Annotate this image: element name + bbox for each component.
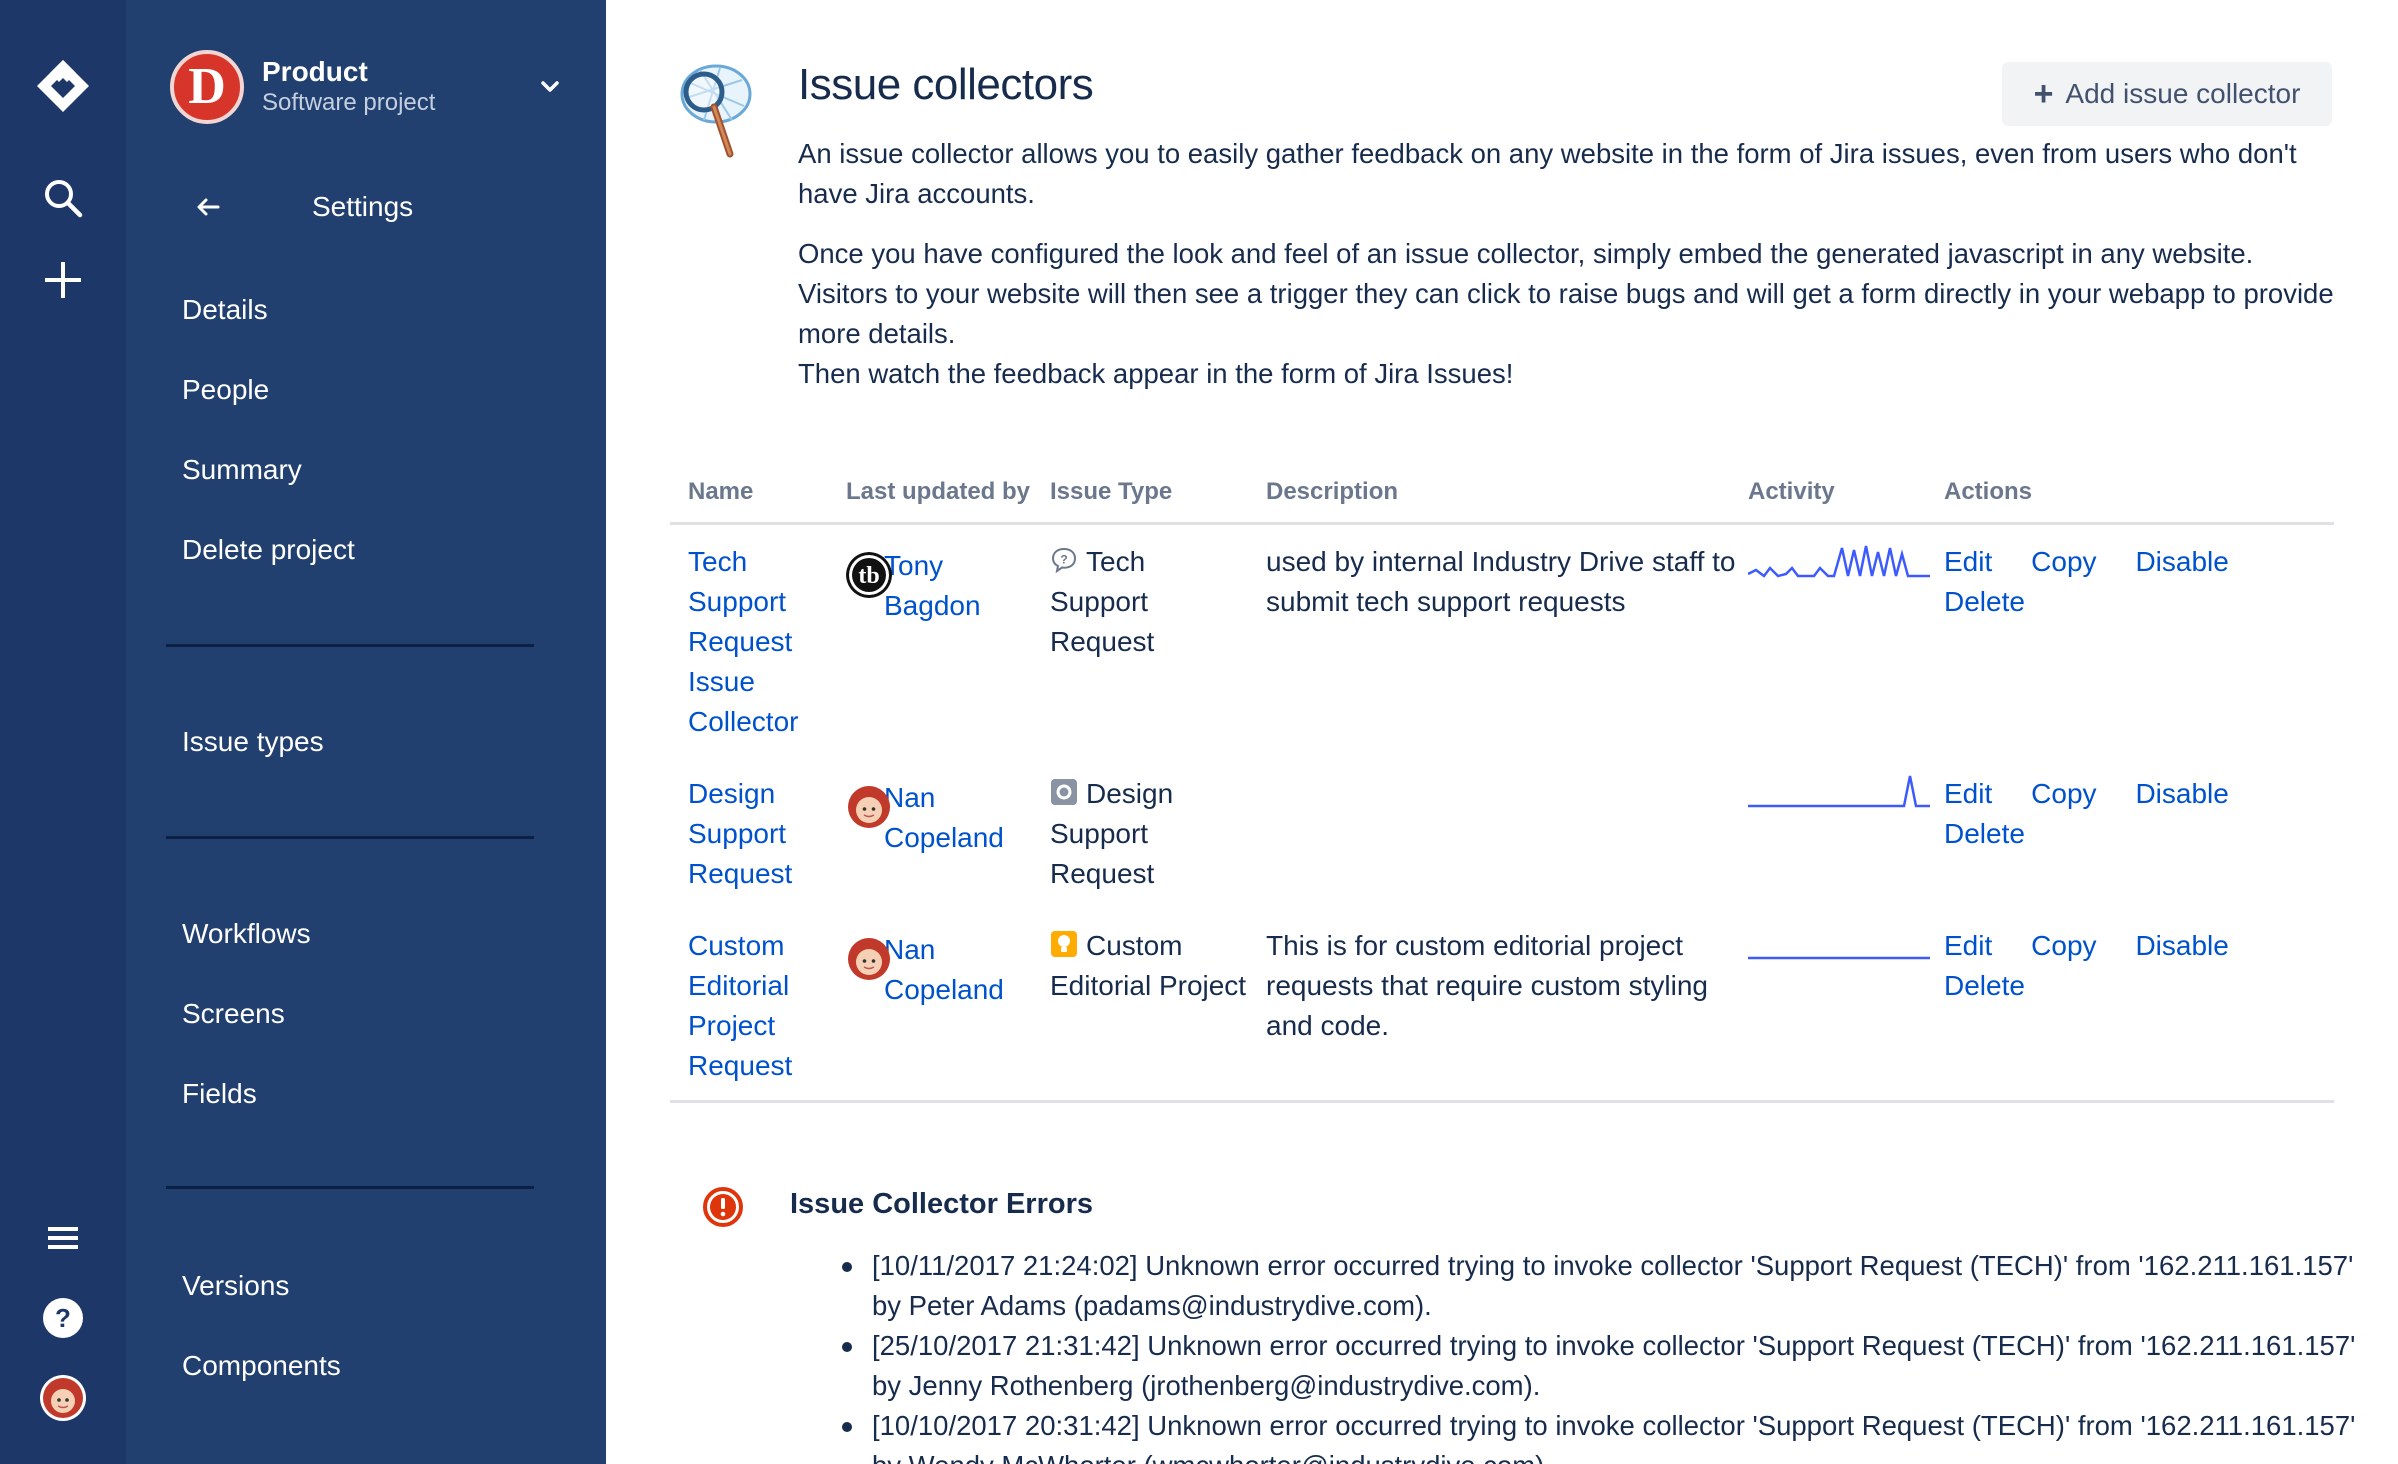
- sidebar-item-fields[interactable]: Fields: [182, 1074, 257, 1114]
- activity-sparkline: [1748, 775, 1930, 808]
- disable-link[interactable]: Disable: [2135, 546, 2228, 577]
- issue-type-cell: ? Tech Support Request: [1050, 542, 1250, 662]
- user-avatar[interactable]: [0, 1372, 126, 1424]
- sidebar-item-people[interactable]: People: [182, 370, 269, 410]
- row-actions: Edit Copy Disable Delete: [1944, 926, 2244, 1006]
- search-icon[interactable]: [0, 172, 126, 224]
- intro-paragraph: Visitors to your website will then see a…: [798, 278, 2334, 349]
- sidebar-divider: [166, 1186, 534, 1189]
- project-type: Software project: [262, 89, 436, 116]
- issue-collector-net-icon: [676, 62, 760, 167]
- arrow-left-icon[interactable]: [184, 197, 232, 217]
- errors-list: [10/11/2017 21:24:02] Unknown error occu…: [842, 1246, 2372, 1464]
- svg-text:?: ?: [55, 1303, 71, 1333]
- svg-text:?: ?: [1060, 553, 1067, 567]
- sidebar-item-issue-types[interactable]: Issue types: [182, 722, 324, 762]
- column-header-description[interactable]: Description: [1266, 478, 1398, 506]
- design-square-icon: [1051, 779, 1077, 805]
- description-cell: used by internal Industry Drive staff to…: [1266, 546, 1736, 617]
- activity-sparkline: [1748, 956, 1930, 960]
- collector-name-link[interactable]: Custom Editorial Project Request: [688, 926, 828, 1086]
- help-icon[interactable]: ?: [0, 1294, 126, 1342]
- error-item: [10/11/2017 21:24:02] Unknown error occu…: [842, 1246, 2372, 1326]
- add-issue-collector-button[interactable]: + Add issue collector: [2002, 62, 2332, 126]
- errors-heading: Issue Collector Errors: [790, 1188, 1093, 1220]
- project-sidebar: D Product Software project Settings Deta…: [126, 0, 606, 1464]
- user-name: Nan Copeland: [884, 934, 1004, 1005]
- add-issue-collector-label: Add issue collector: [2065, 78, 2301, 109]
- user-link[interactable]: Nan Copeland: [846, 778, 1016, 858]
- chevron-down-icon[interactable]: [530, 67, 570, 107]
- column-header-actions[interactable]: Actions: [1944, 478, 2032, 506]
- row-actions: Edit Copy Disable Delete: [1944, 542, 2244, 622]
- speech-bubble-question-icon: ?: [1051, 547, 1077, 574]
- table-header-divider: [670, 522, 2334, 525]
- column-header-name[interactable]: Name: [688, 478, 753, 506]
- column-header-activity[interactable]: Activity: [1748, 478, 1835, 506]
- delete-link[interactable]: Delete: [1944, 586, 2025, 617]
- issue-type-label: Custom Editorial Project: [1050, 930, 1247, 1001]
- user-avatar: [848, 786, 890, 828]
- sidebar-item-workflows[interactable]: Workflows: [182, 914, 311, 954]
- user-avatar: tb: [846, 552, 892, 598]
- copy-link[interactable]: Copy: [2031, 930, 2096, 961]
- project-avatar-letter: D: [188, 58, 226, 115]
- intro-paragraph: Once you have configured the look and fe…: [798, 238, 2254, 269]
- user-avatar: [848, 938, 890, 980]
- user-name: Nan Copeland: [884, 782, 1004, 853]
- collector-name-link[interactable]: Tech Support Request Issue Collector: [688, 542, 828, 742]
- issue-type-cell: Custom Editorial Project: [1050, 926, 1250, 1006]
- sidebar-divider: [166, 836, 534, 839]
- intro-text: An issue collector allows you to easily …: [798, 134, 2338, 394]
- error-item: [10/10/2017 20:31:42] Unknown error occu…: [842, 1406, 2372, 1464]
- column-header-updated-by[interactable]: Last updated by: [846, 478, 1030, 506]
- edit-link[interactable]: Edit: [1944, 778, 1992, 809]
- user-name: Tony Bagdon: [884, 550, 981, 621]
- column-header-issue-type[interactable]: Issue Type: [1050, 478, 1172, 506]
- project-avatar: D: [170, 50, 244, 124]
- intro-paragraph: Then watch the feedback appear in the fo…: [798, 358, 1514, 389]
- sidebar-item-screens[interactable]: Screens: [182, 994, 285, 1034]
- delete-link[interactable]: Delete: [1944, 970, 2025, 1001]
- main-content: Issue collectors + Add issue collector A…: [606, 0, 2398, 1464]
- edit-link[interactable]: Edit: [1944, 930, 1992, 961]
- menu-hamburger-icon[interactable]: [0, 1216, 126, 1260]
- sidebar-item-components[interactable]: Components: [182, 1346, 341, 1386]
- description-cell: This is for custom editorial project req…: [1266, 930, 1708, 1041]
- activity-sparkline: [1748, 545, 1930, 578]
- row-actions: Edit Copy Disable Delete: [1944, 774, 2244, 854]
- app: ? D Product Software project Settings De…: [0, 0, 2398, 1464]
- plus-icon: +: [2033, 74, 2054, 113]
- delete-link[interactable]: Delete: [1944, 818, 2025, 849]
- issue-type-cell: Design Support Request: [1050, 774, 1250, 894]
- lightbulb-icon: [1051, 931, 1077, 957]
- jira-logo-icon[interactable]: [0, 50, 126, 122]
- sidebar-item-versions[interactable]: Versions: [182, 1266, 289, 1306]
- intro-paragraph: An issue collector allows you to easily …: [798, 138, 2297, 209]
- project-name: Product: [262, 56, 368, 87]
- collector-name-link[interactable]: Design Support Request: [688, 774, 828, 894]
- user-link[interactable]: tb Tony Bagdon: [846, 546, 1016, 626]
- sidebar-item-summary[interactable]: Summary: [182, 450, 302, 490]
- copy-link[interactable]: Copy: [2031, 778, 2096, 809]
- table-bottom-divider: [670, 1100, 2334, 1103]
- error-item: [25/10/2017 21:31:42] Unknown error occu…: [842, 1326, 2372, 1406]
- sidebar-divider: [166, 644, 534, 647]
- copy-link[interactable]: Copy: [2031, 546, 2096, 577]
- edit-link[interactable]: Edit: [1944, 546, 1992, 577]
- back-to-settings[interactable]: Settings: [184, 186, 413, 228]
- user-initials: tb: [858, 563, 879, 589]
- disable-link[interactable]: Disable: [2135, 930, 2228, 961]
- create-plus-icon[interactable]: [0, 254, 126, 306]
- error-icon: [702, 1186, 744, 1233]
- global-nav-rail: ?: [0, 0, 126, 1464]
- sidebar-item-delete-project[interactable]: Delete project: [182, 530, 355, 570]
- page-title: Issue collectors: [798, 60, 1094, 109]
- settings-label: Settings: [312, 191, 414, 222]
- disable-link[interactable]: Disable: [2135, 778, 2228, 809]
- user-link[interactable]: Nan Copeland: [846, 930, 1016, 1010]
- sidebar-item-details[interactable]: Details: [182, 290, 268, 330]
- project-switcher[interactable]: D Product Software project: [170, 48, 570, 126]
